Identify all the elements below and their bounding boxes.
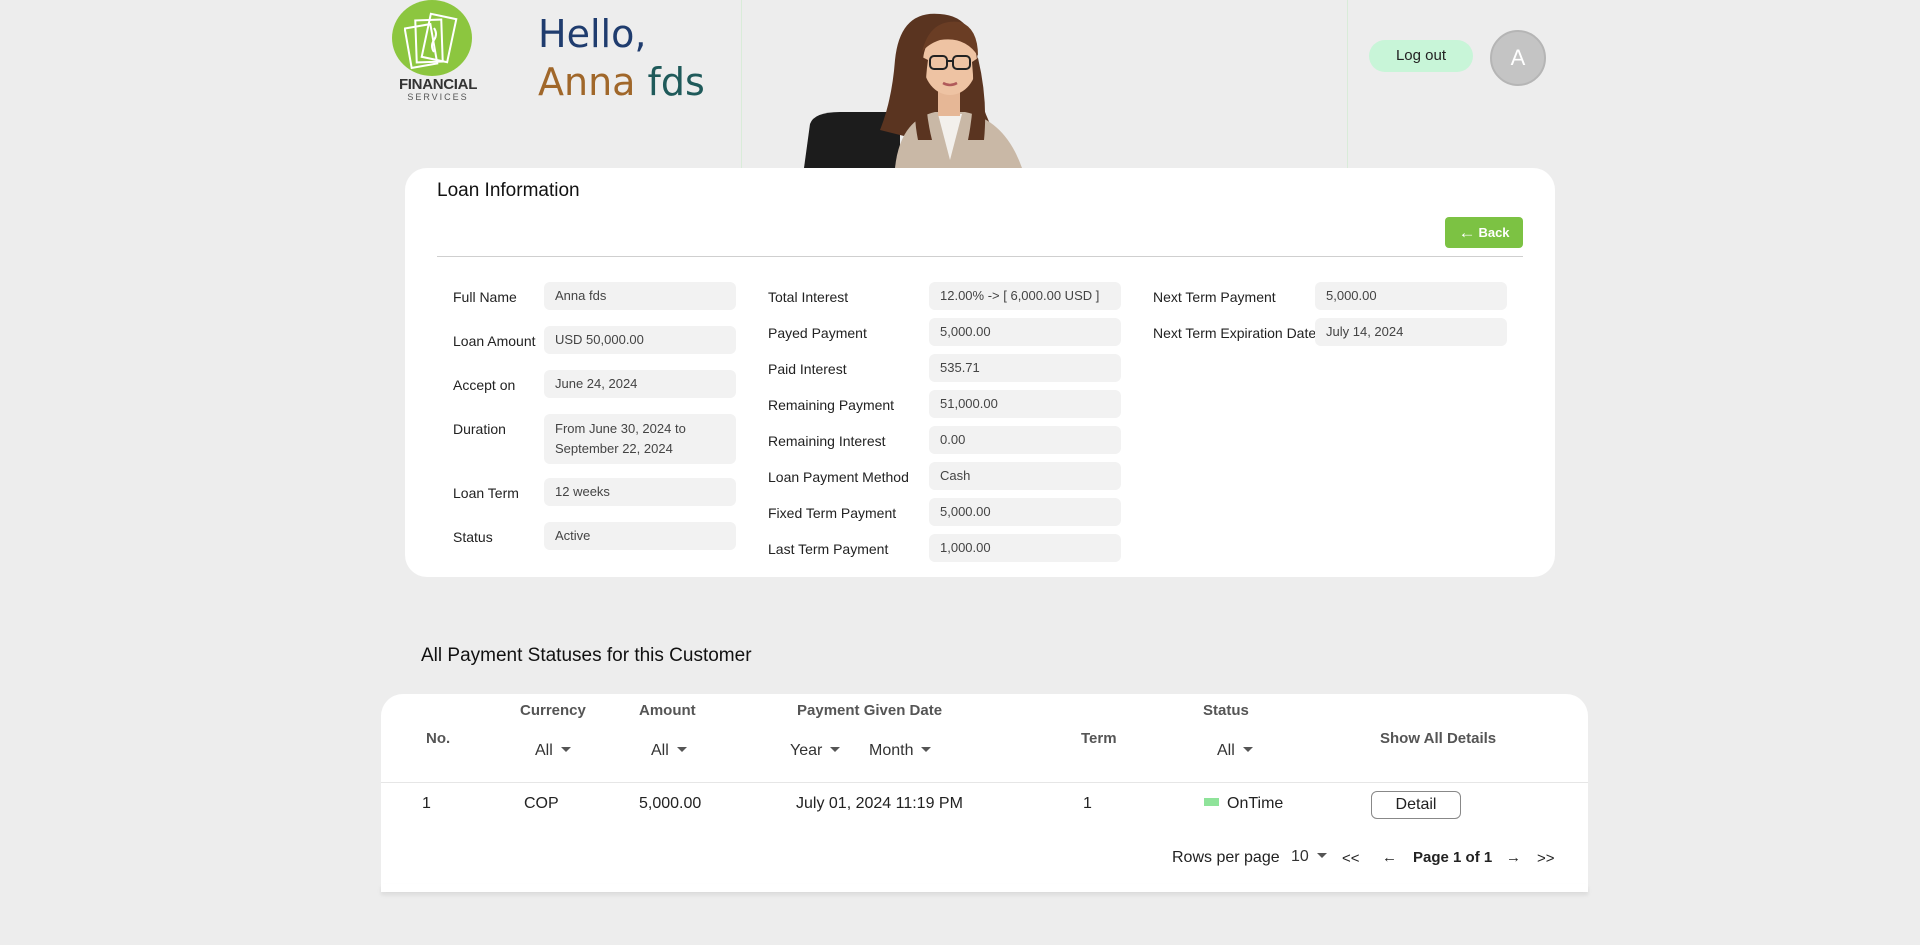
field-label-full-name: Full Name — [453, 289, 517, 305]
field-label-last-term-payment: Last Term Payment — [768, 541, 889, 557]
user-avatar[interactable]: A — [1490, 30, 1546, 86]
amount-filter-dropdown[interactable]: All — [651, 742, 687, 760]
money-bills-icon — [404, 12, 458, 70]
column-header-amount: Amount — [639, 702, 696, 719]
back-button-label: Back — [1478, 225, 1510, 240]
card-divider — [437, 256, 1523, 257]
cell-no: 1 — [422, 795, 431, 812]
status-text: OnTime — [1227, 795, 1284, 812]
field-label-status: Status — [453, 529, 493, 545]
field-label-next-term-expiration-date: Next Term Expiration Date — [1153, 325, 1317, 341]
field-value-fixed-term-payment: 5,000.00 — [929, 498, 1121, 526]
field-label-next-term-payment: Next Term Payment — [1153, 289, 1276, 305]
field-value-remaining-payment: 51,000.00 — [929, 390, 1121, 418]
rows-per-page-dropdown[interactable]: 10 — [1291, 848, 1327, 866]
field-value-duration: From June 30, 2024 to September 22, 2024 — [544, 414, 736, 464]
caret-down-icon — [830, 747, 841, 752]
payments-table: No. Currency Amount Payment Given Date T… — [381, 694, 1588, 891]
status-indicator — [1204, 798, 1219, 806]
field-label-loan-payment-method: Loan Payment Method — [768, 469, 909, 485]
field-value-last-term-payment: 1,000.00 — [929, 534, 1121, 562]
cell-payment-date: July 01, 2024 11:19 PM — [796, 795, 963, 812]
header: FINANCIAL SERVICES Hello, Anna fds Log o… — [0, 0, 1920, 168]
field-label-fixed-term-payment: Fixed Term Payment — [768, 505, 897, 521]
next-page-button[interactable]: → — [1506, 849, 1521, 866]
caret-down-icon — [921, 747, 932, 752]
year-filter-dropdown[interactable]: Year — [790, 742, 841, 760]
column-header-status: Status — [1203, 702, 1249, 719]
rows-per-page-label: Rows per page — [1172, 849, 1280, 866]
detail-button[interactable]: Detail — [1371, 791, 1461, 819]
field-value-loan-term: 12 weeks — [544, 478, 736, 506]
payments-table-footer — [381, 884, 1588, 892]
page-indicator: Page 1 of 1 — [1413, 849, 1493, 866]
field-label-remaining-payment: Remaining Payment — [768, 397, 895, 413]
greeting-hello: Hello, — [538, 12, 647, 56]
cell-amount: 5,000.00 — [639, 795, 702, 812]
loan-information-title: Loan Information — [437, 180, 580, 201]
field-value-paid-interest: 535.71 — [929, 354, 1121, 382]
month-filter-dropdown[interactable]: Month — [869, 742, 932, 760]
field-label-payed-payment: Payed Payment — [768, 325, 867, 341]
field-value-status: Active — [544, 522, 736, 550]
field-label-paid-interest: Paid Interest — [768, 361, 847, 377]
field-value-full-name: Anna fds — [544, 282, 736, 310]
greeting: Hello, Anna fds — [538, 10, 705, 106]
amount-filter-value: All — [651, 742, 669, 759]
month-filter-value: Month — [869, 742, 914, 759]
rows-per-page-value: 10 — [1291, 848, 1309, 865]
advisor-portrait-image — [800, 0, 1080, 168]
caret-down-icon — [1242, 747, 1253, 752]
column-header-show-all-details[interactable]: Show All Details — [1380, 730, 1496, 747]
field-value-payed-payment: 5,000.00 — [929, 318, 1121, 346]
greeting-first-name: Anna — [538, 60, 636, 104]
column-header-currency: Currency — [520, 702, 586, 719]
caret-down-icon — [560, 747, 571, 752]
field-label-loan-term: Loan Term — [453, 485, 519, 501]
greeting-last-name: fds — [647, 60, 705, 104]
caret-down-icon — [1316, 853, 1327, 858]
currency-filter-value: All — [535, 742, 553, 759]
field-value-accept-on: June 24, 2024 — [544, 370, 736, 398]
field-label-total-interest: Total Interest — [768, 289, 849, 305]
field-value-loan-payment-method: Cash — [929, 462, 1121, 490]
field-label-loan-amount: Loan Amount — [453, 333, 536, 349]
logo-text-financial: FINANCIAL — [398, 76, 478, 93]
field-value-remaining-interest: 0.00 — [929, 426, 1121, 454]
currency-filter-dropdown[interactable]: All — [535, 742, 571, 760]
back-button[interactable]: ← Back — [1445, 217, 1523, 248]
field-label-accept-on: Accept on — [453, 377, 516, 393]
cell-status: OnTime — [1204, 795, 1283, 813]
logo-text-services: SERVICES — [407, 92, 469, 102]
column-header-payment-given-date: Payment Given Date — [797, 702, 943, 719]
field-label-duration: Duration — [453, 421, 506, 437]
status-filter-value: All — [1217, 742, 1235, 759]
loan-information-card: Loan Information ← Back Full Name Anna fd… — [405, 168, 1555, 577]
column-header-no: No. — [426, 730, 451, 747]
arrow-left-icon: ← — [1458, 223, 1476, 242]
logout-button[interactable]: Log out — [1369, 40, 1473, 72]
payments-section-title: All Payment Statuses for this Customer — [421, 645, 752, 666]
header-divider — [741, 0, 742, 168]
cell-currency: COP — [524, 795, 559, 812]
company-logo[interactable]: FINANCIAL SERVICES — [390, 0, 484, 104]
caret-down-icon — [676, 747, 687, 752]
field-value-total-interest: 12.00% -> [ 6,000.00 USD ] — [929, 282, 1121, 310]
table-header-divider — [381, 782, 1588, 783]
previous-page-button[interactable]: ← — [1382, 849, 1397, 866]
header-divider — [1347, 0, 1348, 168]
field-label-remaining-interest: Remaining Interest — [768, 433, 886, 449]
field-value-next-term-payment: 5,000.00 — [1315, 282, 1507, 310]
last-page-button[interactable]: >> — [1537, 850, 1555, 867]
advisor-illustration — [804, 13, 1022, 168]
column-header-term: Term — [1081, 730, 1117, 747]
year-filter-value: Year — [790, 742, 823, 759]
field-value-next-term-expiration-date: July 14, 2024 — [1315, 318, 1507, 346]
first-page-button[interactable]: << — [1342, 850, 1360, 867]
field-value-loan-amount: USD 50,000.00 — [544, 326, 736, 354]
cell-term: 1 — [1083, 795, 1092, 812]
status-filter-dropdown[interactable]: All — [1217, 742, 1253, 760]
